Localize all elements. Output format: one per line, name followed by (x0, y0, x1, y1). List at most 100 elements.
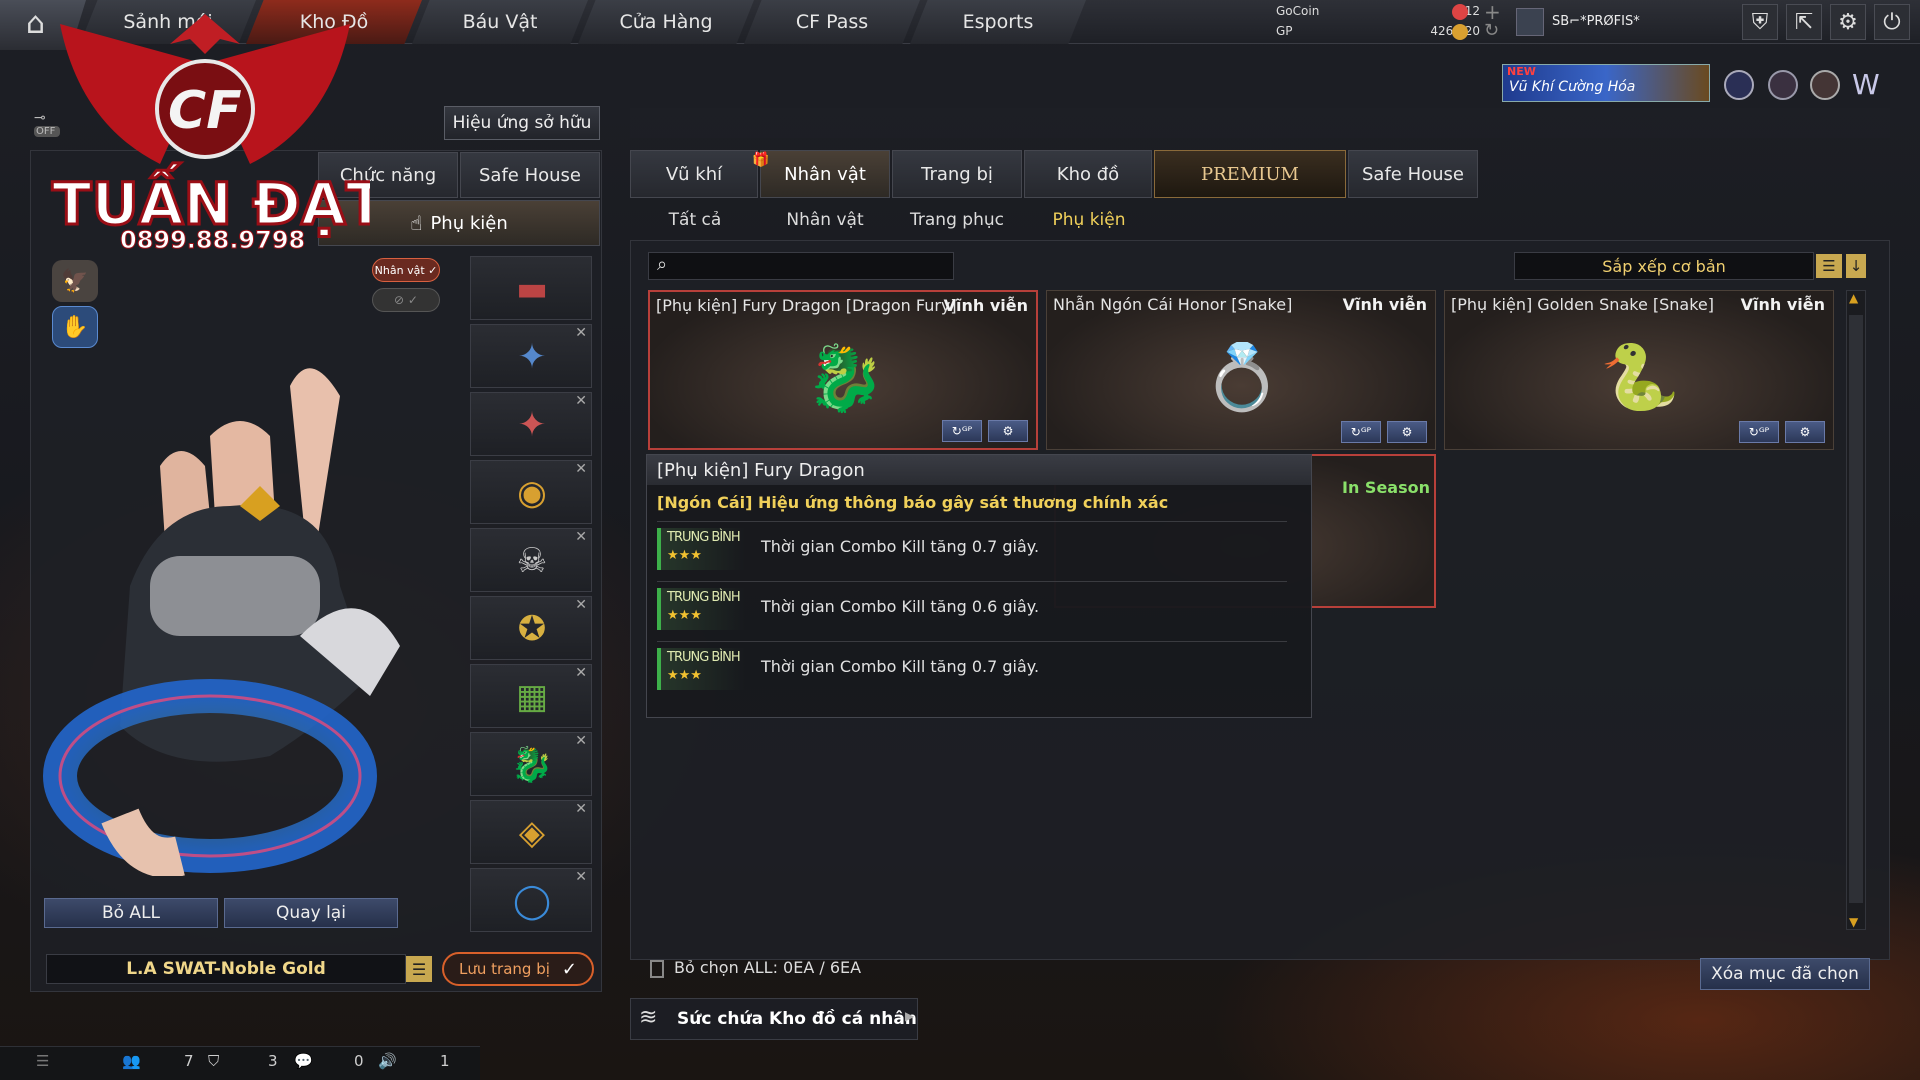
equipment-slot[interactable]: ◉ ✕ (470, 460, 592, 524)
sort-dropdown[interactable]: Sắp xếp cơ bản (1514, 252, 1814, 280)
loadout-name[interactable]: L.A SWAT-Noble Gold (46, 954, 406, 984)
main-tab-3[interactable]: Kho đồ (1024, 150, 1152, 198)
loadout-menu-icon[interactable]: ☰ (406, 956, 432, 982)
power-icon[interactable]: ⏻ (1874, 4, 1910, 40)
renew-gp-icon[interactable]: ↻ᴳᴾ (942, 420, 982, 442)
equipment-slot[interactable]: ✪ ✕ (470, 596, 592, 660)
item-card[interactable]: [Phụ kiện] Golden Snake [Snake] Vĩnh viễn… (1444, 290, 1834, 450)
gear-icon[interactable]: ⚙ (1387, 421, 1427, 443)
main-tab-0[interactable]: Vũ khí (630, 150, 758, 198)
rank-icon (1516, 8, 1544, 36)
equipment-slot[interactable]: 🐉 ✕ (470, 732, 592, 796)
exit-room-icon[interactable]: ⇱ (1786, 4, 1822, 40)
gp-value: 426,120 (1400, 24, 1480, 38)
hide-eye-icon[interactable]: ⊘ ✓ (372, 288, 440, 312)
save-loadout-button[interactable]: Lưu trang bị ✓ (442, 952, 594, 986)
sub-tab-1[interactable]: Nhân vật (760, 203, 890, 237)
scroll-up-icon[interactable]: ▲ (1849, 291, 1858, 305)
info-strip (630, 108, 1890, 138)
scroll-down-icon[interactable]: ▼ (1849, 915, 1858, 929)
close-icon[interactable]: ✕ (575, 325, 587, 341)
badge-icon[interactable] (1810, 70, 1840, 100)
vip-icon[interactable]: W (1852, 68, 1880, 101)
nav-tab-5[interactable]: Esports (910, 0, 1086, 44)
equipment-slot[interactable]: ✦ ✕ (470, 324, 592, 388)
tier-level: TRUNG BÌNH (667, 590, 741, 605)
nav-tab-4[interactable]: CF Pass (744, 0, 920, 44)
eagle-skin-icon[interactable]: 🦅 (52, 260, 98, 302)
tier-badge: TRUNG BÌNH ★★★ (657, 588, 745, 630)
glove-skin-icon[interactable]: ✋ (52, 306, 98, 348)
item-duration: Vĩnh viễn (1342, 295, 1427, 314)
promo-banner[interactable]: NEW Vũ Khí Cường Hóa (1502, 64, 1710, 102)
delete-selected-button[interactable]: Xóa mục đã chọn (1700, 958, 1870, 990)
globe-icon[interactable] (1768, 70, 1798, 100)
tooltip-effect-row: TRUNG BÌNH ★★★ Thời gian Combo Kill tăng 0… (657, 641, 1287, 693)
close-icon[interactable]: ✕ (575, 733, 587, 749)
nav-tab-2[interactable]: Báu Vật (412, 0, 588, 44)
equipment-slot[interactable]: ◯ ✕ (470, 868, 592, 932)
layers-icon: ≋ (639, 1005, 658, 1030)
renew-gp-icon[interactable]: ↻ᴳᴾ (1739, 421, 1779, 443)
sub-tab-0[interactable]: Tất cả (630, 203, 760, 237)
item-card[interactable]: [Phụ kiện] Fury Dragon [Dragon Fury] Vĩnh… (648, 290, 1038, 450)
main-tab-1[interactable]: Nhân vật (760, 150, 890, 198)
close-icon[interactable]: ✕ (575, 597, 587, 613)
equipment-slot[interactable]: ◈ ✕ (470, 800, 592, 864)
gear-icon[interactable]: ⚙ (1785, 421, 1825, 443)
gear-icon[interactable]: ⚙ (988, 420, 1028, 442)
friends-icon[interactable]: 👥 (122, 1052, 141, 1070)
scrollbar[interactable]: ▲ ▼ (1846, 290, 1866, 930)
item-duration: Vĩnh viễn (943, 296, 1028, 315)
owned-effects-button[interactable]: Hiệu ứng sở hữu (444, 106, 600, 140)
close-icon[interactable]: ✕ (575, 869, 587, 885)
tab-safe-house-left[interactable]: Safe House (460, 152, 600, 198)
item-card[interactable]: Nhẫn Ngón Cái Honor [Snake] Vĩnh viễn 💍 ↻ᴳᴾ… (1046, 290, 1436, 450)
nav-tab-3[interactable]: Cửa Hàng (578, 0, 754, 44)
capacity-label: Sức chứa Kho đồ cá nhân (677, 1009, 917, 1029)
close-icon[interactable]: ✕ (575, 529, 587, 545)
refresh-icon[interactable]: ↻ (1484, 20, 1499, 41)
character-preview[interactable] (40, 256, 460, 878)
main-tab-2[interactable]: Trang bị (892, 150, 1022, 198)
close-icon[interactable]: ✕ (575, 801, 587, 817)
remove-all-button[interactable]: Bỏ ALL (44, 898, 218, 928)
scroll-thumb[interactable] (1849, 315, 1863, 903)
chat-icon[interactable]: 💬 (294, 1052, 313, 1070)
effect-text: Thời gian Combo Kill tăng 0.7 giây. (761, 657, 1040, 676)
in-season-label: In Season (1342, 478, 1430, 497)
search-input[interactable]: ⌕ (648, 252, 954, 280)
sort-direction-icon[interactable]: ↓ (1846, 254, 1866, 278)
close-icon[interactable]: ✕ (575, 393, 587, 409)
list-view-icon[interactable]: ☰ (1816, 254, 1842, 278)
main-tab-4[interactable]: PREMIUM (1154, 150, 1346, 198)
tier-level: TRUNG BÌNH (667, 650, 741, 665)
close-icon[interactable]: ✕ (575, 665, 587, 681)
equipment-slot[interactable]: ✦ ✕ (470, 392, 592, 456)
gear-icon[interactable]: ⚙ (1830, 4, 1866, 40)
wings-logo-graphic: CF TUẤN ĐẠT 0899.88.9798 (51, 14, 387, 255)
equipment-slot[interactable]: ☠ ✕ (470, 528, 592, 592)
equipment-slot[interactable]: ▬ (470, 256, 592, 320)
sub-tab-2[interactable]: Trang phục (892, 203, 1022, 237)
equipment-slot[interactable]: ▦ ✕ (470, 664, 592, 728)
item-name: [Phụ kiện] Fury Dragon [Dragon Fury] (656, 296, 956, 315)
volume-icon[interactable]: 🔊 (378, 1052, 397, 1070)
capacity-bar[interactable]: ≋ Sức chứa Kho đồ cá nhân ▶ (630, 998, 918, 1040)
renew-gp-icon[interactable]: ↻ᴳᴾ (1341, 421, 1381, 443)
close-icon[interactable]: ✕ (575, 461, 587, 477)
emblem-v-icon[interactable] (1724, 70, 1754, 100)
character-tag[interactable]: Nhân vật ✓ (372, 258, 440, 282)
tooltip-effect-row: TRUNG BÌNH ★★★ Thời gian Combo Kill tăng 0… (657, 521, 1287, 573)
deselect-all-label: Bỏ chọn ALL: 0EA / 6EA (674, 958, 862, 977)
save-loadout-label: Lưu trang bị (459, 960, 550, 978)
search-icon: ⌕ (657, 254, 668, 275)
rifle-icon: ▬ (515, 269, 549, 309)
menu-icon[interactable]: ☰ (36, 1052, 49, 1070)
main-tab-5[interactable]: Safe House (1348, 150, 1478, 198)
back-button[interactable]: Quay lại (224, 898, 398, 928)
bookmark-icon[interactable] (650, 960, 664, 978)
sub-tab-3[interactable]: Phụ kiện (1024, 203, 1154, 237)
shield-icon[interactable]: ⛨ (1742, 4, 1778, 40)
clan-icon[interactable]: ⛉ (208, 1052, 219, 1070)
